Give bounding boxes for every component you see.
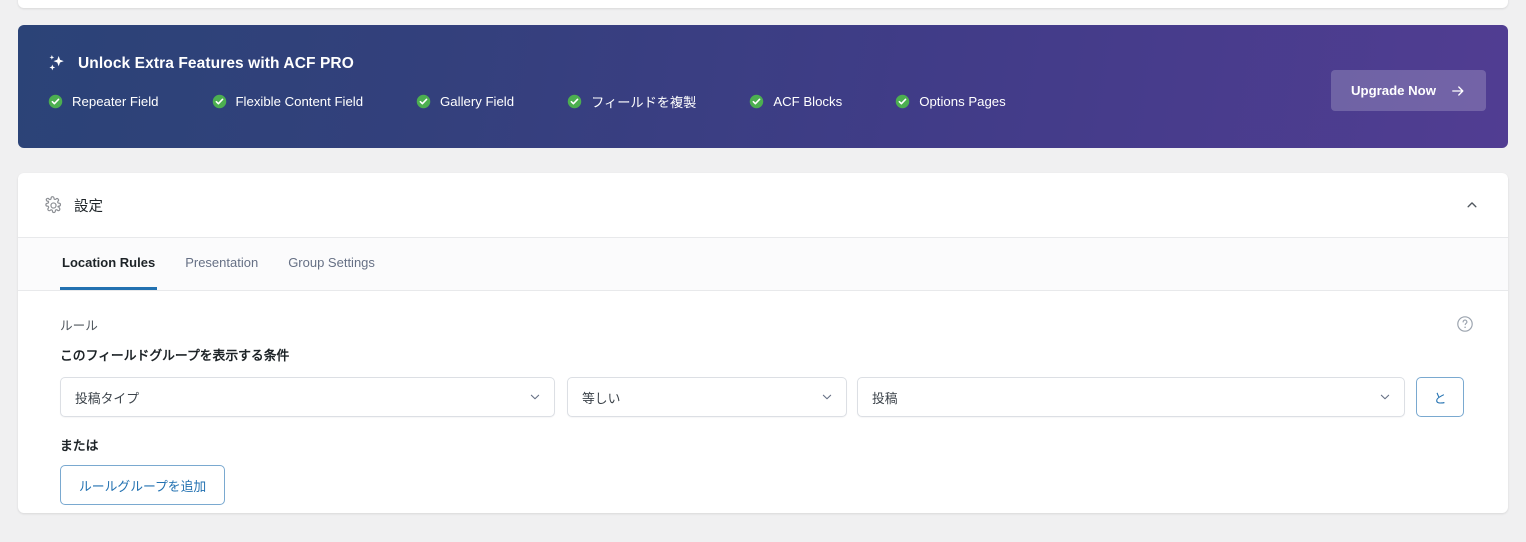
upgrade-now-label: Upgrade Now: [1351, 83, 1436, 98]
pro-feature-label: Repeater Field: [72, 94, 159, 109]
upgrade-now-button[interactable]: Upgrade Now: [1331, 70, 1486, 111]
check-circle-icon: [895, 94, 910, 109]
tab-label: Location Rules: [62, 255, 156, 270]
or-label: または: [60, 438, 99, 453]
arrow-right-icon: [1450, 83, 1466, 99]
pro-feature-list: Repeater Field Flexible Content Field Ga…: [46, 92, 1486, 111]
pro-banner-title-row: Unlock Extra Features with ACF PRO: [46, 53, 1486, 75]
rules-heading: このフィールドグループを表示する条件: [60, 348, 290, 363]
pro-feature-label: Gallery Field: [440, 94, 515, 109]
pro-feature-label: Flexible Content Field: [235, 94, 364, 109]
pro-feature-item: Gallery Field: [416, 94, 514, 109]
pro-feature-item: ACF Blocks: [749, 94, 842, 109]
settings-panel-header: 設定: [18, 173, 1508, 238]
check-circle-icon: [567, 94, 582, 109]
pro-feature-label: フィールドを複製: [591, 95, 697, 110]
rule-value-select[interactable]: 投稿: [857, 377, 1405, 417]
help-circle-icon: [1456, 315, 1474, 333]
chevron-down-icon: [528, 390, 542, 404]
rules-section-label: ルール: [60, 319, 98, 333]
collapse-panel-button[interactable]: [1460, 193, 1484, 217]
add-rule-group-button[interactable]: ルールグループを追加: [60, 465, 226, 505]
tab-group-settings[interactable]: Group Settings: [286, 238, 377, 290]
check-circle-icon: [416, 94, 431, 109]
pro-banner-title: Unlock Extra Features with ACF PRO: [78, 55, 354, 72]
rule-param-select[interactable]: 投稿タイプ: [60, 377, 555, 417]
chevron-down-icon: [1378, 390, 1392, 404]
add-and-rule-label: と: [1433, 390, 1447, 406]
previous-panel-edge: [18, 0, 1508, 8]
check-circle-icon: [48, 94, 63, 109]
tab-label: Group Settings: [288, 255, 375, 270]
check-circle-icon: [212, 94, 227, 109]
settings-panel: 設定 Location Rules Presentation Group Set…: [18, 173, 1508, 513]
pro-feature-item: Repeater Field: [48, 94, 159, 109]
add-and-rule-button[interactable]: と: [1416, 377, 1464, 417]
add-rule-group-label: ルールグループを追加: [79, 478, 207, 494]
pro-feature-item: Options Pages: [895, 94, 1006, 109]
tab-location-rules[interactable]: Location Rules: [60, 238, 158, 290]
pro-feature-label: ACF Blocks: [773, 94, 843, 109]
rule-operator-select[interactable]: 等しい: [567, 377, 847, 417]
rule-param-value: 投稿タイプ: [75, 390, 139, 406]
chevron-up-icon: [1465, 198, 1479, 212]
rules-help-button[interactable]: [1456, 315, 1474, 333]
location-rules-body: ルール このフィールドグループを表示する条件 投稿タイプ 等しい 投稿 と また…: [18, 291, 1508, 505]
tab-label: Presentation: [185, 255, 259, 270]
sparkles-icon: [46, 53, 68, 75]
settings-panel-title: 設定: [74, 198, 103, 215]
rule-value-value: 投稿: [872, 390, 898, 406]
pro-feature-item: Flexible Content Field: [212, 94, 364, 109]
gear-icon: [44, 195, 63, 215]
pro-feature-item: フィールドを複製: [567, 92, 696, 111]
rule-operator-value: 等しい: [582, 390, 621, 406]
pro-feature-label: Options Pages: [919, 94, 1006, 109]
check-circle-icon: [749, 94, 764, 109]
acf-field-group-settings-screen: Unlock Extra Features with ACF PRO Repea…: [0, 0, 1526, 542]
location-rule-row: 投稿タイプ 等しい 投稿 と: [60, 377, 1482, 417]
acf-pro-upgrade-banner: Unlock Extra Features with ACF PRO Repea…: [18, 25, 1508, 148]
settings-tabs: Location Rules Presentation Group Settin…: [18, 238, 1508, 291]
tab-presentation[interactable]: Presentation: [183, 238, 260, 290]
chevron-down-icon: [820, 390, 834, 404]
